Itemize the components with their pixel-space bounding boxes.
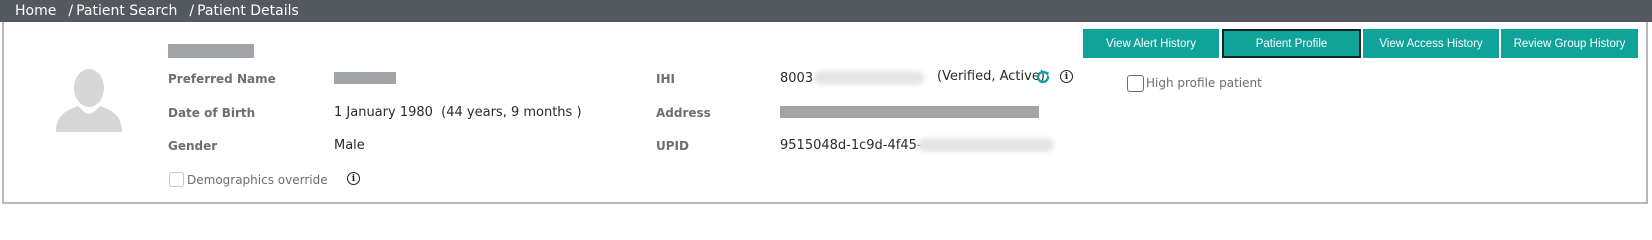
view-alert-history-button[interactable]: View Alert History xyxy=(1083,29,1219,58)
gender-value: Male xyxy=(334,138,365,153)
demographics-override-label: Demographics override xyxy=(187,173,328,187)
address-label: Address xyxy=(656,106,711,120)
ihi-prefix: 8003 xyxy=(780,71,814,86)
high-profile-patient-checkbox[interactable] xyxy=(1127,75,1144,92)
breadcrumb-patient-search-group: / Patient Search xyxy=(68,3,177,19)
gender-label: Gender xyxy=(168,139,218,153)
patient-profile-button[interactable]: Patient Profile xyxy=(1222,29,1361,58)
breadcrumb: Home / Patient Search / Patient Details xyxy=(15,3,299,19)
top-navigation-bar: Home / Patient Search / Patient Details xyxy=(0,0,1652,22)
breadcrumb-patient-details-group: / Patient Details xyxy=(189,3,298,19)
patient-name-redacted xyxy=(168,44,254,58)
breadcrumb-separator: / xyxy=(189,3,195,19)
breadcrumb-patient-search[interactable]: Patient Search xyxy=(76,3,177,19)
breadcrumb-separator: / xyxy=(68,3,74,19)
review-group-history-button[interactable]: Review Group History xyxy=(1501,29,1638,58)
preferred-name-label: Preferred Name xyxy=(168,72,276,86)
upid-label: UPID xyxy=(656,139,689,153)
refresh-icon[interactable] xyxy=(1035,69,1051,85)
ihi-redacted xyxy=(814,71,924,85)
breadcrumb-home[interactable]: Home xyxy=(15,3,56,19)
date-of-birth-label: Date of Birth xyxy=(168,106,256,120)
address-redacted xyxy=(780,106,1039,118)
date-of-birth-value: 1 January 1980 (44 years, 9 months ) xyxy=(334,105,582,120)
info-icon[interactable]: i xyxy=(347,172,360,185)
breadcrumb-patient-details: Patient Details xyxy=(197,3,299,19)
ihi-info-icon[interactable]: i xyxy=(1060,70,1073,83)
ihi-label: IHI xyxy=(656,72,675,86)
view-access-history-button[interactable]: View Access History xyxy=(1363,29,1499,58)
high-profile-patient-label: High profile patient xyxy=(1146,76,1262,90)
preferred-name-redacted xyxy=(334,72,396,84)
demographics-override-checkbox[interactable] xyxy=(169,172,184,187)
ihi-status: (Verified, Active) xyxy=(937,69,1045,84)
person-silhouette-icon xyxy=(56,69,122,132)
upid-redacted xyxy=(918,138,1054,152)
upid-prefix: 9515048d-1c9d-4f45- xyxy=(780,138,922,153)
